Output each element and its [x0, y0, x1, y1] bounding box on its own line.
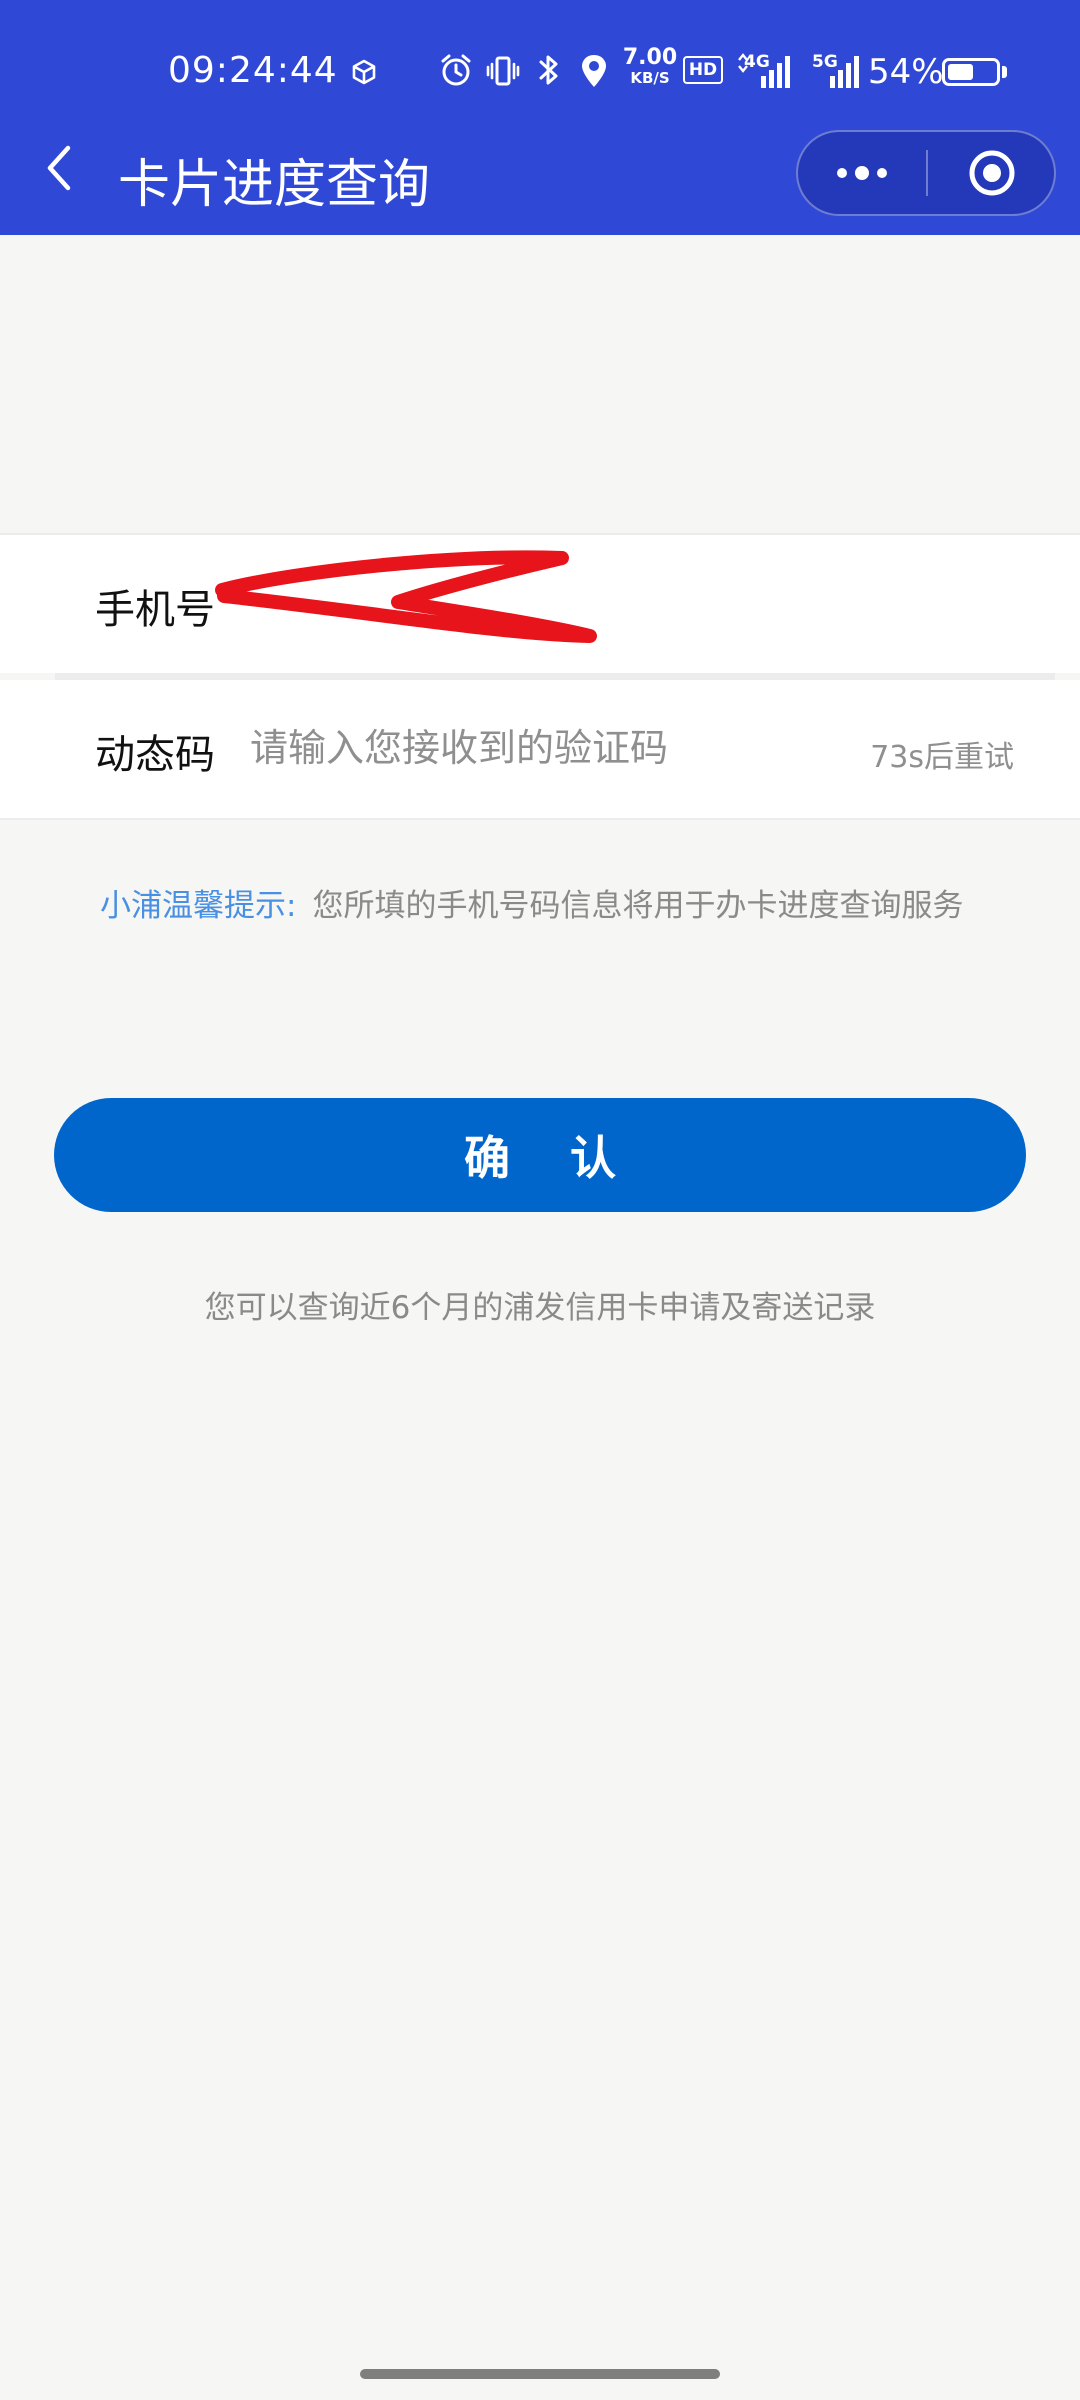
- home-indicator[interactable]: [360, 2369, 720, 2379]
- more-button[interactable]: [798, 132, 926, 214]
- chevron-left-icon: [47, 145, 71, 191]
- hd-badge: HD: [683, 56, 723, 84]
- mini-program-capsule: [796, 130, 1056, 216]
- page-title: 卡片进度查询: [118, 155, 431, 215]
- battery-icon: [942, 58, 1000, 86]
- cube-icon: [352, 59, 376, 85]
- status-bar: 09:24:44 7.00 KB/S HD 4G 5G 54%: [0, 0, 1080, 120]
- close-target-icon: [969, 150, 1015, 196]
- location-icon: [582, 55, 606, 87]
- redaction-scribble: [215, 550, 597, 643]
- vibrate-icon: [486, 56, 520, 86]
- status-time: 09:24:44: [168, 50, 338, 91]
- more-dots-icon: [837, 166, 887, 180]
- code-input[interactable]: [250, 716, 810, 780]
- network-speed-value: 7.00: [622, 45, 678, 70]
- signal-5g-icon: [830, 56, 859, 88]
- close-button[interactable]: [928, 132, 1056, 214]
- phone-label: 手机号: [95, 587, 215, 633]
- network-speed-unit: KB/S: [630, 69, 670, 87]
- code-row: 动态码 73s后重试: [0, 680, 1080, 820]
- tip-label: 小浦温馨提示:: [100, 888, 297, 924]
- network-speed: 7.00 KB/S: [622, 45, 678, 88]
- battery-percent: 54%: [868, 52, 944, 92]
- page: 09:24:44 7.00 KB/S HD 4G 5G 54% 卡片进度查询 手…: [0, 0, 1080, 2400]
- battery-tip: [1002, 66, 1007, 78]
- back-button[interactable]: [30, 138, 90, 198]
- tip-line: 小浦温馨提示: 您所填的手机号码信息将用于办卡进度查询服务: [100, 880, 963, 925]
- tip-text: 您所填的手机号码信息将用于办卡进度查询服务: [312, 888, 964, 924]
- row-divider: [55, 673, 1055, 680]
- battery-level: [948, 64, 973, 80]
- query-hint: 您可以查询近6个月的浦发信用卡申请及寄送记录: [204, 1290, 876, 1326]
- bluetooth-icon: [539, 55, 558, 85]
- code-label: 动态码: [95, 732, 215, 778]
- alarm-icon: [441, 54, 471, 86]
- header: 09:24:44 7.00 KB/S HD 4G 5G 54% 卡片进度查询: [0, 0, 1080, 235]
- retry-countdown[interactable]: 73s后重试: [870, 732, 1014, 776]
- signal-4g-icon: [738, 53, 790, 88]
- nav-bar: 卡片进度查询: [0, 120, 1080, 235]
- confirm-button[interactable]: 确 认: [54, 1098, 1026, 1212]
